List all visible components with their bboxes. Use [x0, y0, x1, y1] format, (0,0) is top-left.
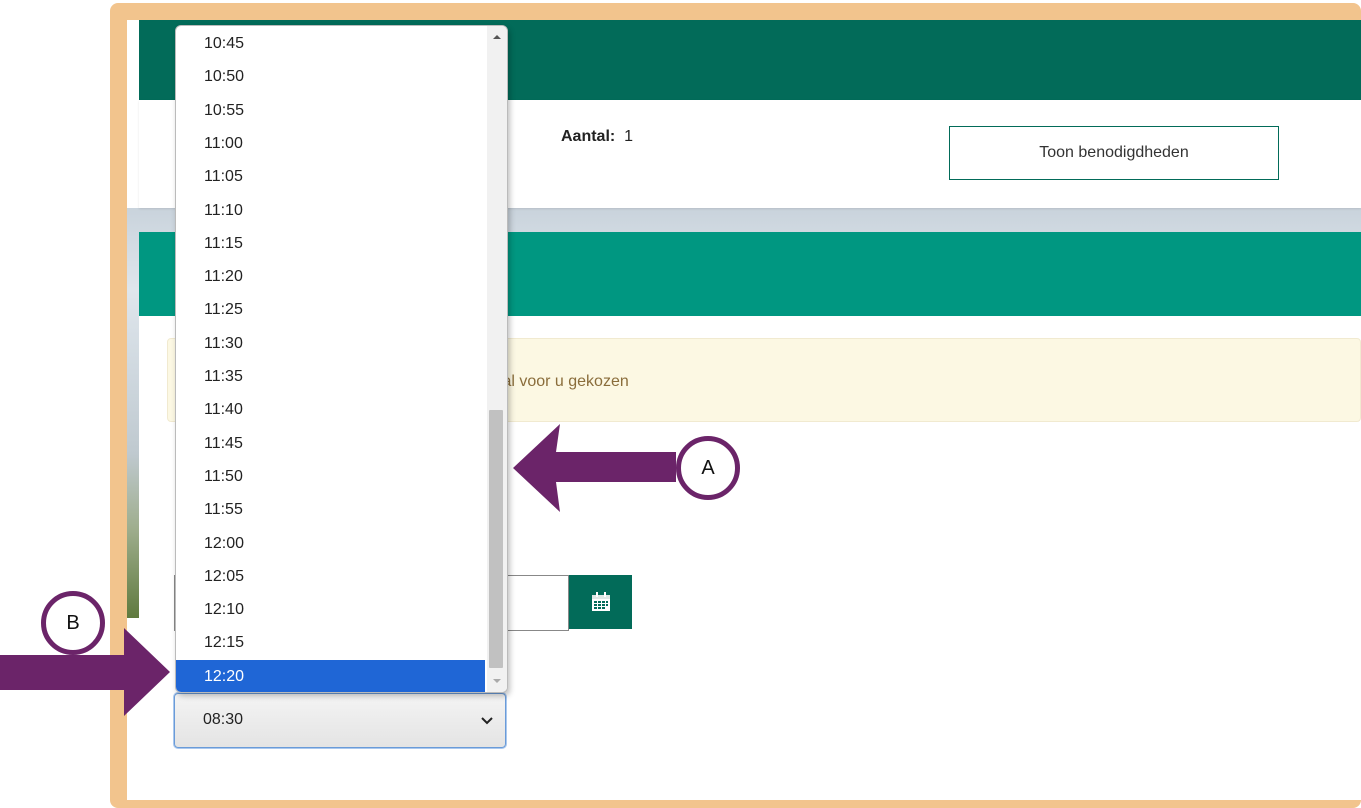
annotation-badge-b: B	[41, 591, 105, 655]
annotation-badge-a: A	[676, 436, 740, 500]
arrow-a	[513, 424, 676, 512]
annotation-arrows	[0, 424, 676, 716]
